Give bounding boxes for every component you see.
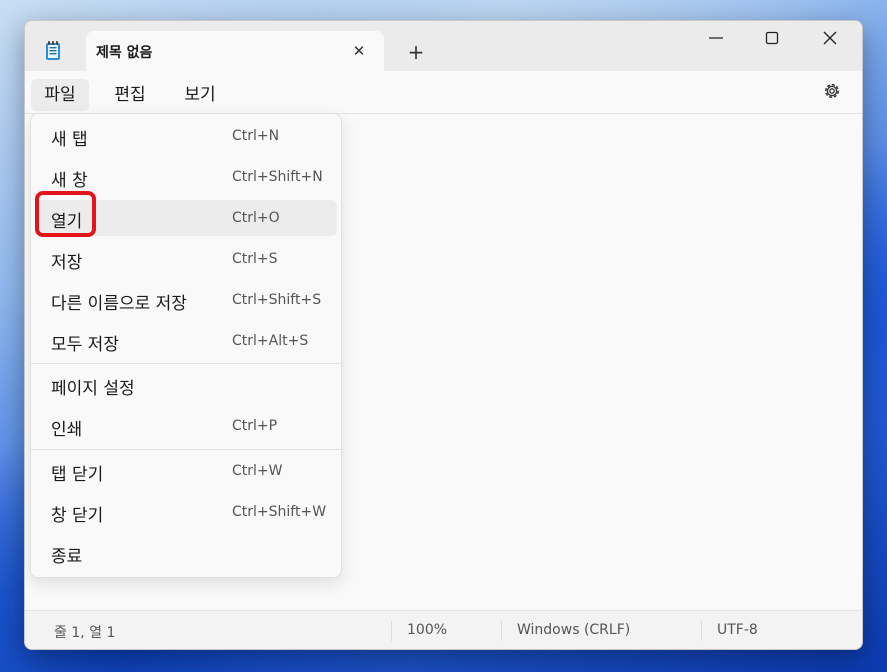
line-ending: Windows (CRLF) <box>517 622 631 638</box>
file-menu-dropdown: 새 탭 Ctrl+N 새 창 Ctrl+Shift+N 열기 Ctrl+O 저장… <box>30 113 342 578</box>
menu-divider <box>31 449 341 450</box>
status-bar: 줄 1, 열 1 100% Windows (CRLF) UTF-8 <box>25 610 862 649</box>
minimize-button[interactable] <box>701 31 731 51</box>
menu-item-label: 저장 <box>51 253 83 273</box>
menu-item-exit[interactable]: 종료 <box>35 535 337 571</box>
menu-item-new-window[interactable]: 새 창 Ctrl+Shift+N <box>35 159 337 195</box>
minimize-icon <box>709 37 723 39</box>
menu-item-label: 모두 저장 <box>51 335 119 355</box>
menu-item-shortcut: Ctrl+N <box>232 128 280 144</box>
menu-item-label: 탭 닫기 <box>51 465 104 485</box>
menu-item-page-setup[interactable]: 페이지 설정 <box>35 367 337 403</box>
menu-item-label: 인쇄 <box>51 420 83 440</box>
menu-item-shortcut: Ctrl+W <box>232 463 283 479</box>
menu-edit[interactable]: 편집 <box>101 79 159 111</box>
menu-item-label: 새 탭 <box>51 130 88 150</box>
menu-item-shortcut: Ctrl+O <box>232 210 280 226</box>
title-bar: 제목 없음 ✕ + <box>25 21 862 71</box>
new-tab-button[interactable]: + <box>406 41 426 63</box>
tab-close-icon[interactable]: ✕ <box>350 41 368 61</box>
menu-item-shortcut: Ctrl+Shift+S <box>232 292 322 308</box>
menu-item-shortcut: Ctrl+Shift+N <box>232 169 323 185</box>
gear-icon[interactable] <box>822 81 842 101</box>
menu-item-save-all[interactable]: 모두 저장 Ctrl+Alt+S <box>35 323 337 359</box>
menu-item-shortcut: Ctrl+P <box>232 418 278 434</box>
notepad-icon <box>46 41 60 60</box>
highlight-box <box>35 191 96 237</box>
close-button[interactable] <box>815 31 845 51</box>
tab-untitled[interactable]: 제목 없음 ✕ <box>86 31 384 71</box>
menu-view[interactable]: 보기 <box>171 79 229 111</box>
menu-item-shortcut: Ctrl+Shift+W <box>232 504 327 520</box>
notepad-window: 제목 없음 ✕ + 파일 편집 보기 줄 1, 열 1 100% Windows… <box>24 20 863 650</box>
menu-item-label: 다른 이름으로 저장 <box>51 294 187 314</box>
menu-item-shortcut: Ctrl+S <box>232 251 278 267</box>
menu-item-print[interactable]: 인쇄 Ctrl+P <box>35 408 337 444</box>
menu-item-save[interactable]: 저장 Ctrl+S <box>35 241 337 277</box>
cursor-position: 줄 1, 열 1 <box>54 625 116 641</box>
status-divider <box>501 621 502 641</box>
menu-item-label: 종료 <box>51 547 83 567</box>
status-divider <box>701 621 702 641</box>
menu-divider <box>31 363 341 364</box>
menu-item-close-window[interactable]: 창 닫기 Ctrl+Shift+W <box>35 494 337 530</box>
maximize-icon <box>765 31 779 45</box>
tab-title: 제목 없음 <box>96 45 153 61</box>
status-divider <box>391 621 392 641</box>
menu-file[interactable]: 파일 <box>31 79 89 111</box>
menu-item-label: 페이지 설정 <box>51 379 135 399</box>
menu-item-close-tab[interactable]: 탭 닫기 Ctrl+W <box>35 453 337 489</box>
close-icon <box>823 31 837 45</box>
menu-item-label: 새 창 <box>51 171 88 191</box>
menu-item-label: 창 닫기 <box>51 506 104 526</box>
maximize-button[interactable] <box>757 31 787 51</box>
zoom-level: 100% <box>407 622 448 638</box>
menu-item-new-tab[interactable]: 새 탭 Ctrl+N <box>35 118 337 154</box>
menu-bar: 파일 편집 보기 <box>25 71 862 113</box>
encoding: UTF-8 <box>717 622 758 638</box>
menu-item-shortcut: Ctrl+Alt+S <box>232 333 309 349</box>
menu-item-save-as[interactable]: 다른 이름으로 저장 Ctrl+Shift+S <box>35 282 337 318</box>
